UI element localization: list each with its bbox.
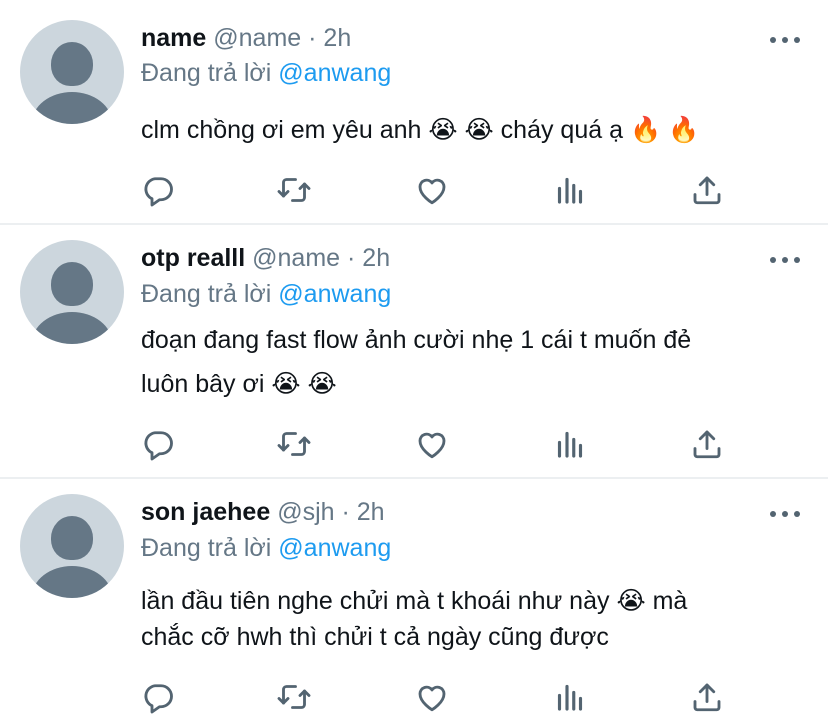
tweet-text: đoạn đang fast flow ảnh cười nhẹ 1 cái t… — [141, 318, 811, 406]
replying-prefix: Đang trả lời — [141, 59, 272, 87]
avatar[interactable] — [20, 20, 124, 124]
avatar-head — [51, 42, 93, 86]
reply-icon[interactable] — [140, 679, 176, 715]
timestamp[interactable]: 2h — [357, 498, 385, 526]
avatar[interactable] — [20, 494, 124, 598]
tweet-text-line: lần đầu tiên nghe chửi mà t khoái như nà… — [141, 587, 688, 615]
tweet-text-line: clm chồng ơi em yêu anh 😭 😭 cháy quá ạ 🔥… — [141, 116, 700, 144]
share-icon[interactable] — [689, 172, 725, 208]
avatar-body — [32, 92, 112, 124]
views-icon[interactable] — [552, 172, 588, 208]
share-icon[interactable] — [689, 679, 725, 715]
replying-prefix: Đang trả lời — [141, 534, 272, 562]
retweet-icon[interactable] — [276, 172, 312, 208]
replying-prefix: Đang trả lời — [141, 280, 272, 308]
timestamp[interactable]: 2h — [323, 24, 351, 52]
display-name[interactable]: otp realll — [141, 244, 245, 272]
avatar-head — [51, 262, 93, 306]
separator-dot: · — [308, 24, 317, 52]
separator-dot: · — [347, 244, 356, 272]
tweet-text-line: đoạn đang fast flow ảnh cười nhẹ 1 cái t… — [141, 326, 692, 354]
replying-mention[interactable]: @anwang — [278, 59, 391, 87]
tweet-text: lần đầu tiên nghe chửi mà t khoái như nà… — [141, 583, 811, 655]
display-name[interactable]: name — [141, 24, 206, 52]
replying-mention[interactable]: @anwang — [278, 280, 391, 308]
action-bar — [0, 679, 828, 715]
timestamp[interactable]: 2h — [362, 244, 390, 272]
views-icon[interactable] — [552, 679, 588, 715]
avatar[interactable] — [20, 240, 124, 344]
reply-tweet[interactable]: son jaehee @sjh · 2h Đang trả lời @anwan… — [0, 479, 828, 725]
replying-to-line: Đang trả lời @anwang — [141, 531, 391, 565]
replying-to-line: Đang trả lời @anwang — [141, 277, 391, 311]
share-icon[interactable] — [689, 426, 725, 462]
separator-dot: · — [341, 498, 350, 526]
reply-tweet[interactable]: otp realll @name · 2h Đang trả lời @anwa… — [0, 225, 828, 477]
replying-to-line: Đang trả lời @anwang — [141, 56, 391, 90]
tweet-text: clm chồng ơi em yêu anh 😭 😭 cháy quá ạ 🔥… — [141, 108, 811, 152]
tweet-text-line: chắc cỡ hwh thì chửi t cả ngày cũng được — [141, 623, 609, 651]
retweet-icon[interactable] — [276, 679, 312, 715]
like-icon[interactable] — [414, 172, 450, 208]
action-bar — [0, 172, 828, 208]
avatar-body — [32, 566, 112, 598]
reply-icon[interactable] — [140, 426, 176, 462]
reply-icon[interactable] — [140, 172, 176, 208]
more-icon[interactable] — [770, 254, 800, 266]
handle[interactable]: @name — [252, 244, 340, 272]
display-name[interactable]: son jaehee — [141, 498, 270, 526]
like-icon[interactable] — [414, 679, 450, 715]
reply-tweet[interactable]: name @name · 2h Đang trả lời @anwang clm… — [0, 0, 828, 223]
replying-mention[interactable]: @anwang — [278, 534, 391, 562]
avatar-head — [51, 516, 93, 560]
action-bar — [0, 426, 828, 462]
handle[interactable]: @sjh — [277, 498, 334, 526]
tweet-text-line: luôn bây ơi 😭 😭 — [141, 370, 337, 398]
tweet-header: name @name · 2h — [141, 21, 351, 55]
more-icon[interactable] — [770, 34, 800, 46]
avatar-body — [32, 312, 112, 344]
views-icon[interactable] — [552, 426, 588, 462]
like-icon[interactable] — [414, 426, 450, 462]
more-icon[interactable] — [770, 508, 800, 520]
reply-feed: name @name · 2h Đang trả lời @anwang clm… — [0, 0, 828, 725]
tweet-header: son jaehee @sjh · 2h — [141, 495, 385, 529]
handle[interactable]: @name — [213, 24, 301, 52]
retweet-icon[interactable] — [276, 426, 312, 462]
tweet-header: otp realll @name · 2h — [141, 241, 390, 275]
